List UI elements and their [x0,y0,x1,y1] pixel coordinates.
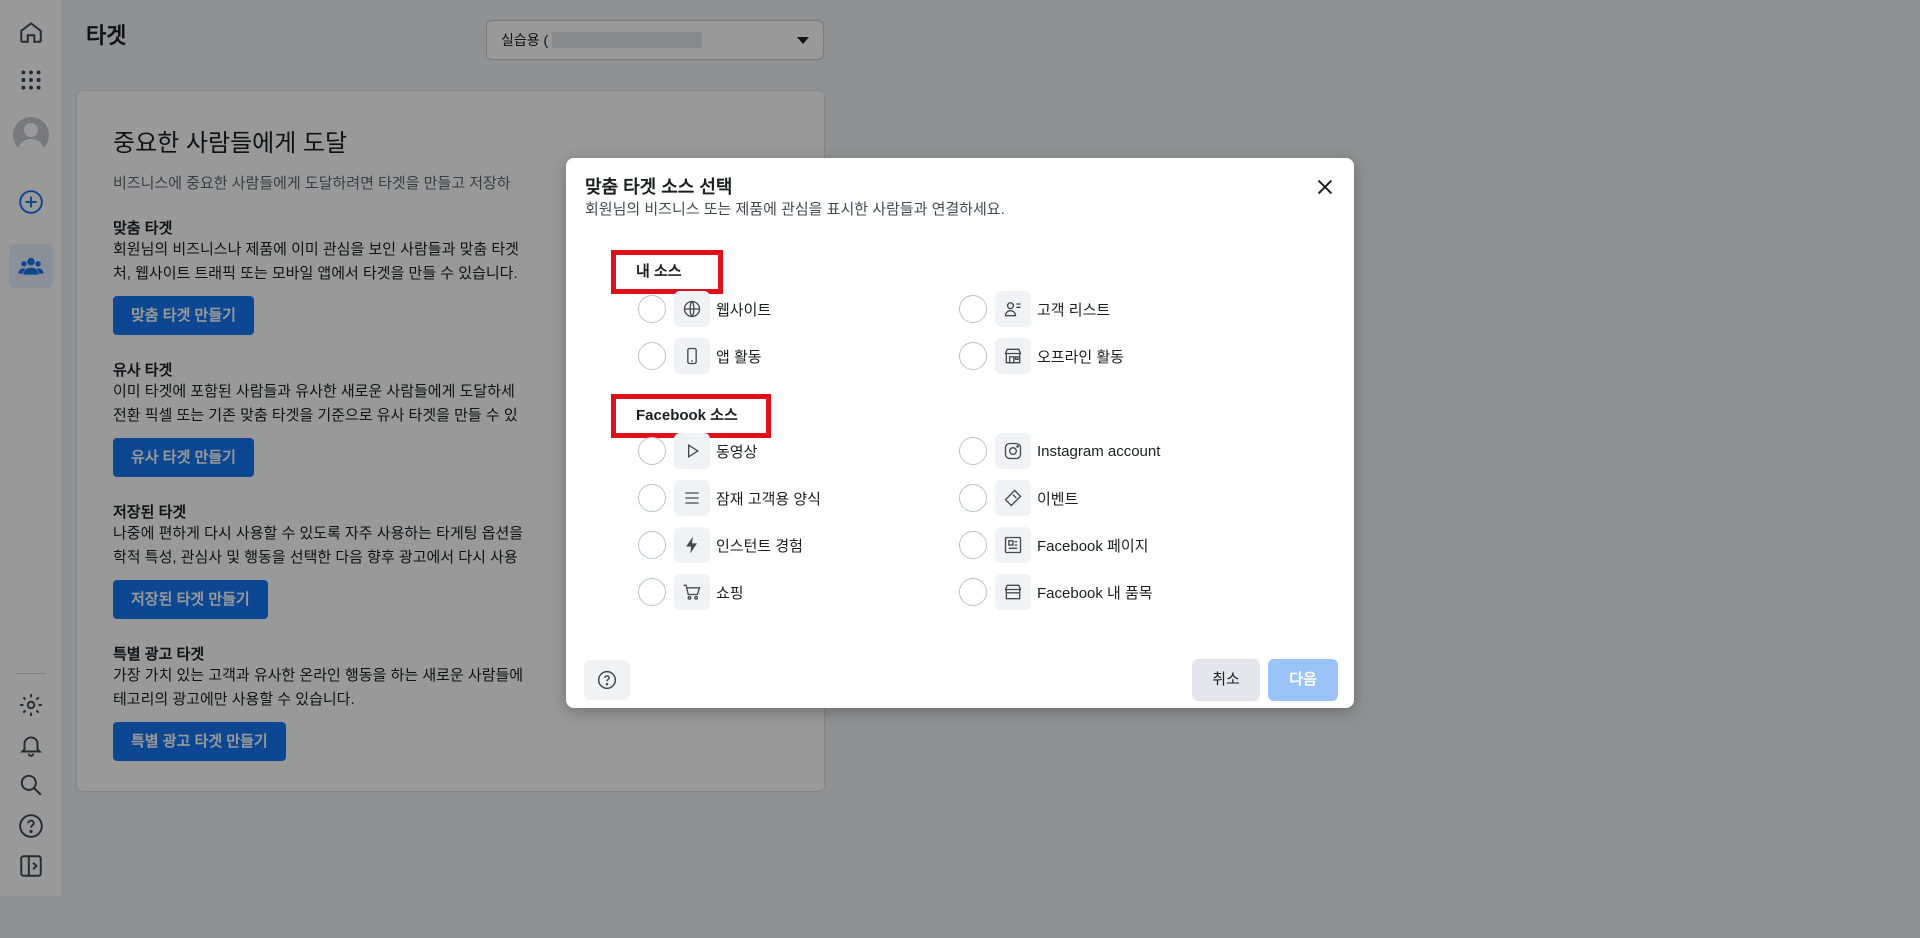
dialog-subtitle: 회원님의 비즈니스 또는 제품에 관심을 표시한 사람들과 연결하세요. [585,201,1005,218]
source-option-events[interactable]: 이벤트 [959,479,1078,517]
help-button[interactable] [584,660,630,700]
option-label: Instagram account [1037,442,1161,460]
radio-button[interactable] [959,531,987,559]
play-icon [674,433,710,469]
close-icon[interactable] [1314,176,1336,198]
instagram-icon [995,433,1031,469]
radio-button[interactable] [638,342,666,370]
customer-list-icon [995,291,1031,327]
source-option-video[interactable]: 동영상 [638,432,757,470]
radio-button[interactable] [638,484,666,512]
radio-button[interactable] [638,437,666,465]
shopping-cart-icon [674,574,710,610]
option-label: 이벤트 [1037,490,1079,508]
radio-button[interactable] [959,295,987,323]
option-label: 동영상 [716,443,758,461]
custom-audience-source-dialog: 맞춤 타겟 소스 선택 회원님의 비즈니스 또는 제품에 관심을 표시한 사람들… [566,158,1354,708]
next-button[interactable]: 다음 [1268,659,1338,701]
option-label: 쇼핑 [716,584,744,602]
globe-icon [674,291,710,327]
source-option-app-activity[interactable]: 앱 활동 [638,337,762,375]
question-icon [597,670,617,690]
option-label: 고객 리스트 [1037,301,1111,319]
option-label: 오프라인 활동 [1037,348,1124,366]
shop-icon [995,574,1031,610]
lightning-icon [674,527,710,563]
source-option-instant-experience[interactable]: 인스턴트 경험 [638,526,803,564]
radio-button[interactable] [959,437,987,465]
store-icon [995,338,1031,374]
option-label: Facebook 내 품목 [1037,584,1153,602]
dialog-title: 맞춤 타겟 소스 선택 [585,177,733,197]
source-option-shopping[interactable]: 쇼핑 [638,573,744,611]
facebook-page-icon [995,527,1031,563]
option-label: 앱 활동 [716,348,762,366]
radio-button[interactable] [959,342,987,370]
source-option-facebook-page[interactable]: Facebook 페이지 [959,526,1148,564]
source-option-customer-list[interactable]: 고객 리스트 [959,290,1110,328]
option-label: 인스턴트 경험 [716,537,803,555]
option-label: 웹사이트 [716,301,772,319]
ticket-icon [995,480,1031,516]
option-label: 잠재 고객용 양식 [716,490,821,508]
form-lines-icon [674,480,710,516]
mobile-app-icon [674,338,710,374]
source-option-offline-activity[interactable]: 오프라인 활동 [959,337,1124,375]
source-option-instagram-account[interactable]: Instagram account [959,432,1160,470]
radio-button[interactable] [638,578,666,606]
my-sources-label: 내 소스 [611,250,723,294]
source-option-facebook-listings[interactable]: Facebook 내 품목 [959,573,1153,611]
radio-button[interactable] [959,578,987,606]
radio-button[interactable] [638,531,666,559]
source-option-website[interactable]: 웹사이트 [638,290,771,328]
cancel-button[interactable]: 취소 [1192,659,1260,701]
source-option-lead-form[interactable]: 잠재 고객용 양식 [638,479,821,517]
radio-button[interactable] [959,484,987,512]
radio-button[interactable] [638,295,666,323]
option-label: Facebook 페이지 [1037,537,1149,555]
